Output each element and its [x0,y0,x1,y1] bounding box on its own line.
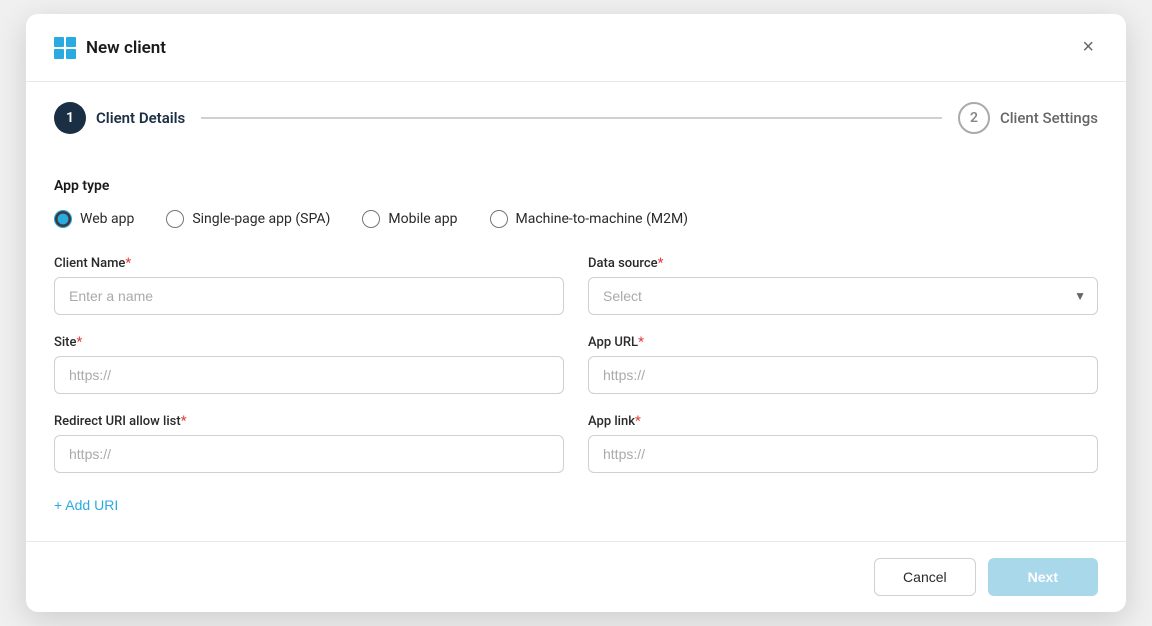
data-source-select-wrapper: Select ▼ [588,277,1098,315]
redirect-uri-input[interactable] [54,435,564,473]
data-source-select[interactable]: Select [588,277,1098,315]
modal-body: App type Web app Single-page app (SPA) M… [26,154,1126,541]
app-url-group: App URL* [588,335,1098,394]
step-1: 1 Client Details [54,102,185,134]
step-1-label: Client Details [96,109,185,127]
step-1-circle: 1 [54,102,86,134]
radio-mobile-app[interactable]: Mobile app [362,210,457,228]
app-type-radio-group: Web app Single-page app (SPA) Mobile app… [54,210,1098,228]
app-url-input[interactable] [588,356,1098,394]
client-name-group: Client Name* [54,256,564,315]
modal-title-area: New client [54,37,166,59]
app-url-label: App URL* [588,335,1098,350]
form-row-3: Redirect URI allow list* App link* [54,414,1098,473]
radio-web-app[interactable]: Web app [54,210,134,228]
modal-title: New client [86,38,166,58]
app-link-label: App link* [588,414,1098,429]
cancel-button[interactable]: Cancel [874,558,976,596]
step-divider [201,117,942,119]
data-source-label: Data source* [588,256,1098,271]
radio-spa-label: Single-page app (SPA) [192,211,330,227]
new-client-modal: New client × 1 Client Details 2 Client S… [26,14,1126,612]
app-type-label: App type [54,178,1098,194]
client-name-label: Client Name* [54,256,564,271]
step-2-label: Client Settings [1000,109,1098,127]
add-uri-button[interactable]: + Add URI [54,493,118,517]
radio-mobile-app-label: Mobile app [388,211,457,227]
modal-footer: Cancel Next [26,541,1126,612]
radio-m2m[interactable]: Machine-to-machine (M2M) [490,210,689,228]
radio-spa[interactable]: Single-page app (SPA) [166,210,330,228]
stepper: 1 Client Details 2 Client Settings [26,82,1126,154]
step-2-circle: 2 [958,102,990,134]
site-label: Site* [54,335,564,350]
site-input[interactable] [54,356,564,394]
radio-web-app-label: Web app [80,211,134,227]
site-group: Site* [54,335,564,394]
app-link-group: App link* [588,414,1098,473]
step-2: 2 Client Settings [958,102,1098,134]
next-button[interactable]: Next [988,558,1098,596]
form-row-1: Client Name* Data source* Select ▼ [54,256,1098,315]
app-link-input[interactable] [588,435,1098,473]
modal-header: New client × [26,14,1126,82]
redirect-uri-group: Redirect URI allow list* [54,414,564,473]
close-button[interactable]: × [1078,32,1098,63]
data-source-group: Data source* Select ▼ [588,256,1098,315]
client-name-input[interactable] [54,277,564,315]
form-row-2: Site* App URL* [54,335,1098,394]
radio-m2m-label: Machine-to-machine (M2M) [516,211,689,227]
grid-icon [54,37,76,59]
redirect-uri-label: Redirect URI allow list* [54,414,564,429]
